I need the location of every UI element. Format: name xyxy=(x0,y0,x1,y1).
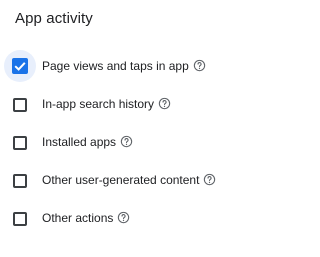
option-label: In-app search history xyxy=(42,97,155,111)
option-installed-apps: Installed apps xyxy=(0,125,300,163)
other-actions-checkbox[interactable] xyxy=(13,212,27,226)
help-circle-icon[interactable] xyxy=(117,211,130,224)
help-circle-icon[interactable] xyxy=(158,97,171,110)
section-title: App activity xyxy=(15,10,93,27)
option-label: Other user-generated content xyxy=(42,173,200,187)
checkmark-icon xyxy=(14,62,26,71)
option-label: Installed apps xyxy=(42,135,117,149)
option-user-generated-content: Other user-generated content xyxy=(0,163,300,201)
installed-apps-checkbox[interactable] xyxy=(13,136,27,150)
option-label: Page views and taps in app xyxy=(42,59,189,73)
page-views-checkbox[interactable] xyxy=(12,58,28,74)
help-circle-icon[interactable] xyxy=(193,59,206,72)
option-page-views: Page views and taps in app xyxy=(0,49,300,87)
option-label: Other actions xyxy=(42,211,114,225)
help-circle-icon[interactable] xyxy=(203,173,216,186)
option-other-actions: Other actions xyxy=(0,201,300,239)
user-generated-content-checkbox[interactable] xyxy=(13,174,27,188)
search-history-checkbox[interactable] xyxy=(13,98,27,112)
option-search-history: In-app search history xyxy=(0,87,300,125)
app-activity-options: Page views and taps in app In-app search… xyxy=(0,49,300,239)
help-circle-icon[interactable] xyxy=(120,135,133,148)
